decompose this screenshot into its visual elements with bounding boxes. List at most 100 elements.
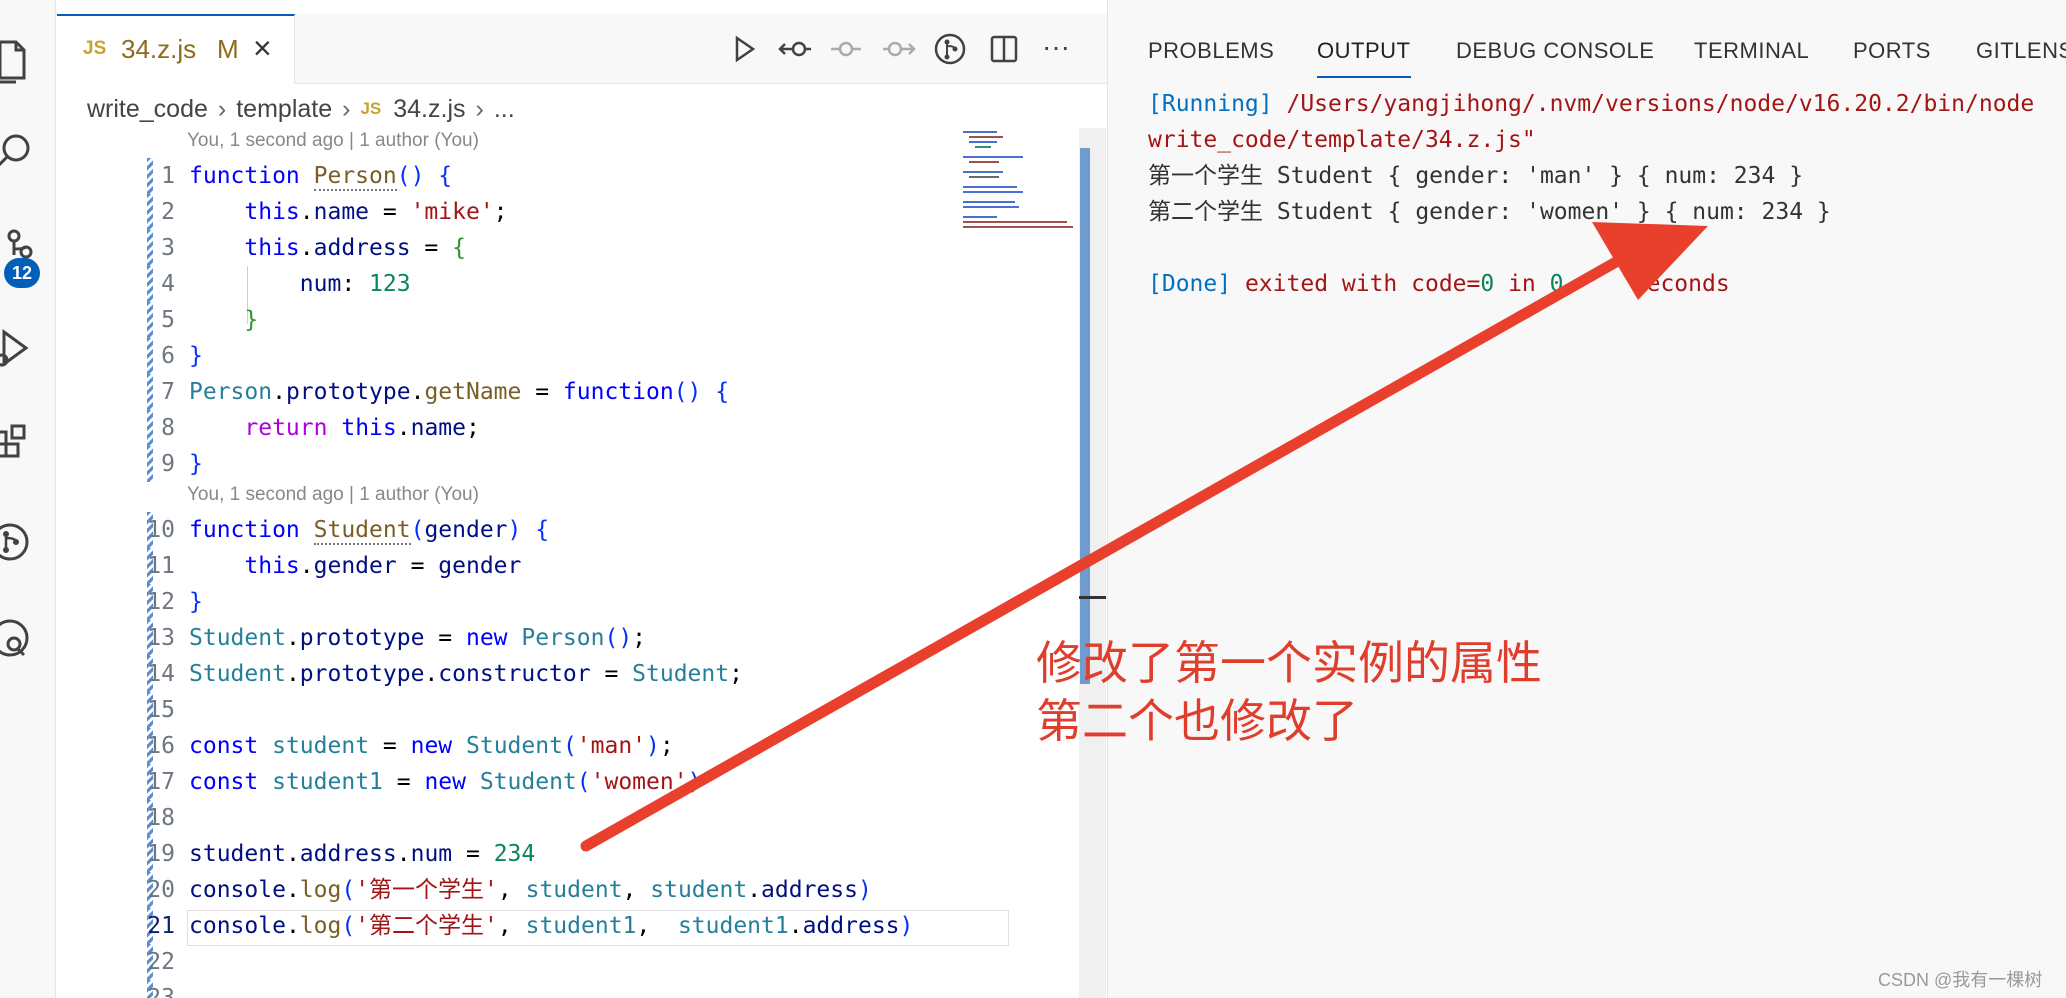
- tab-ports[interactable]: PORTS: [1853, 38, 1931, 64]
- commit-icon[interactable]: [827, 30, 865, 68]
- go-forward-icon[interactable]: [879, 30, 917, 68]
- code-line-1[interactable]: 1 function Person() {: [57, 158, 957, 194]
- explorer-icon[interactable]: [0, 36, 34, 84]
- breadcrumb: write_code › template › JS 34.z.js ›...: [87, 94, 515, 128]
- search-icon[interactable]: [0, 128, 34, 176]
- code-line-18[interactable]: 18: [57, 800, 957, 836]
- extensions-icon[interactable]: [0, 420, 34, 468]
- scrollbar-cursor-marker: [1079, 596, 1106, 599]
- code-line-13[interactable]: 13 Student.prototype = new Person();: [57, 620, 957, 656]
- breadcrumb-folder-write-code[interactable]: write_code: [87, 95, 208, 124]
- code-text: console.log('第一个学生', student, student.ad…: [189, 877, 872, 903]
- line-number: 4: [161, 271, 175, 297]
- code-line-21[interactable]: 21 console.log('第二个学生', student1, studen…: [57, 908, 957, 944]
- run-icon[interactable]: [725, 30, 763, 68]
- line-number: 1: [161, 163, 175, 189]
- line-number: 13: [147, 625, 175, 651]
- codelens-author-student[interactable]: You, 1 second ago | 1 author (You): [187, 484, 479, 506]
- editor-scrollbar-thumb[interactable]: [1080, 148, 1090, 684]
- code-text: this.name = 'mike';: [244, 199, 508, 225]
- code-line-8[interactable]: 8 return this.name;: [57, 410, 957, 446]
- codelens-author-person[interactable]: You, 1 second ago | 1 author (You): [187, 130, 479, 152]
- code-line-19[interactable]: 19 student.address.num = 234: [57, 836, 957, 872]
- editor-pane: JS 34.z.js M × ··· write_code › template › J…: [57, 0, 1107, 998]
- code-line-11[interactable]: 11 this.gender = gender: [57, 548, 957, 584]
- line-number: 17: [147, 769, 175, 795]
- annotation-line-2: 第二个也修改了: [1036, 694, 1358, 748]
- code-text: const student = new Student('man');: [189, 733, 674, 759]
- editor-tab-bar: JS 34.z.js M × ···: [57, 14, 1107, 84]
- close-icon[interactable]: ×: [253, 30, 272, 67]
- line-number: 3: [161, 235, 175, 261]
- output-running-path-cont: write_code/template/34.z.js": [1148, 127, 1536, 153]
- code-line-23[interactable]: 23: [57, 980, 957, 998]
- line-number: 7: [161, 379, 175, 405]
- active-tab-indicator: [1317, 76, 1411, 78]
- output-line-2: 第二个学生 Student { gender: 'women' } { num:…: [1148, 199, 1831, 225]
- line-number: 10: [147, 517, 175, 543]
- tab-34-z-js[interactable]: JS 34.z.js M ×: [57, 14, 295, 84]
- line-number: 16: [147, 733, 175, 759]
- code-text: this.address = {: [244, 235, 466, 261]
- code-line-17[interactable]: 17 const student1 = new Student('women'): [57, 764, 957, 800]
- code-line-6[interactable]: 6 }: [57, 338, 957, 374]
- output-running-line: [Running] /Users/yangjihong/.nvm/version…: [1148, 91, 2035, 117]
- code-text: this.gender = gender: [244, 553, 522, 579]
- chevron-right-icon: ›: [342, 94, 351, 123]
- line-number: 11: [147, 553, 175, 579]
- code-line-9[interactable]: 9 }: [57, 446, 957, 482]
- gitlens-inspect-icon[interactable]: [0, 614, 34, 662]
- line-number: 9: [161, 451, 175, 477]
- code-text: function Person() {: [189, 163, 453, 191]
- code-line-12[interactable]: 12 }: [57, 584, 957, 620]
- code-text: const student1 = new Student('women'): [189, 769, 702, 795]
- line-number: 20: [147, 877, 175, 903]
- code-line-5[interactable]: 5 }: [57, 302, 957, 338]
- code-line-2[interactable]: 2 this.name = 'mike';: [57, 194, 957, 230]
- breadcrumb-file[interactable]: 34.z.js: [393, 95, 465, 124]
- breadcrumb-symbols[interactable]: ...: [494, 95, 515, 124]
- code-line-7[interactable]: 7 Person.prototype.getName = function() …: [57, 374, 957, 410]
- line-number: 14: [147, 661, 175, 687]
- code-line-16[interactable]: 16 const student = new Student('man');: [57, 728, 957, 764]
- code-text: }: [189, 589, 203, 615]
- line-number: 15: [147, 697, 175, 723]
- code-text: Person.prototype.getName = function() {: [189, 379, 730, 405]
- split-editor-icon[interactable]: [985, 30, 1023, 68]
- line-number: 23: [147, 985, 175, 998]
- tab-output[interactable]: OUTPUT: [1317, 38, 1410, 64]
- source-control-badge: 12: [4, 258, 40, 288]
- tab-debug-console[interactable]: DEBUG CONSOLE: [1456, 38, 1654, 64]
- go-back-icon[interactable]: [777, 30, 815, 68]
- tab-gitlens[interactable]: GITLENS: [1976, 38, 2066, 64]
- breadcrumb-folder-template[interactable]: template: [236, 95, 332, 124]
- code-text: }: [244, 307, 259, 333]
- tab-terminal[interactable]: TERMINAL: [1694, 38, 1809, 64]
- code-text: }: [189, 451, 203, 477]
- code-line-22[interactable]: 22: [57, 944, 957, 980]
- line-number: 5: [161, 307, 175, 333]
- code-text: return this.name;: [244, 415, 480, 441]
- annotation-text: 修改了第一个实例的属性 第二个也修改了: [1036, 634, 1542, 750]
- tab-modified-badge: M: [217, 34, 239, 64]
- annotation-line-1: 修改了第一个实例的属性: [1036, 636, 1542, 690]
- chevron-right-icon: ›: [217, 94, 227, 123]
- code-text: student.address.num = 234: [189, 841, 536, 867]
- line-number: 8: [161, 415, 175, 441]
- gitlens-graph-icon[interactable]: [0, 518, 34, 566]
- bottom-panel: PROBLEMS OUTPUT DEBUG CONSOLE TERMINAL P…: [1107, 0, 2066, 998]
- code-line-3[interactable]: 3 this.address = {: [57, 230, 957, 266]
- tab-problems[interactable]: PROBLEMS: [1148, 38, 1274, 64]
- code-line-10[interactable]: 10 function Student(gender) {: [57, 512, 957, 548]
- js-file-icon: JS: [360, 99, 382, 119]
- more-actions-icon[interactable]: ···: [1037, 30, 1075, 68]
- code-text: console.log('第二个学生', student1, student1.…: [189, 913, 914, 939]
- output-line-1: 第一个学生 Student { gender: 'man' } { num: 2…: [1148, 163, 1804, 189]
- code-line-20[interactable]: 20 console.log('第一个学生', student, student…: [57, 872, 957, 908]
- code-line-4[interactable]: 4 num: 123: [57, 266, 957, 302]
- code-line-14[interactable]: 14 Student.prototype.constructor = Stude…: [57, 656, 957, 692]
- run-debug-icon[interactable]: [0, 324, 34, 372]
- gitlens-icon[interactable]: [931, 30, 969, 68]
- code-line-15[interactable]: 15: [57, 692, 957, 728]
- output-done-line: [Done] exited with code=0 in 0 seconds: [1148, 271, 1730, 297]
